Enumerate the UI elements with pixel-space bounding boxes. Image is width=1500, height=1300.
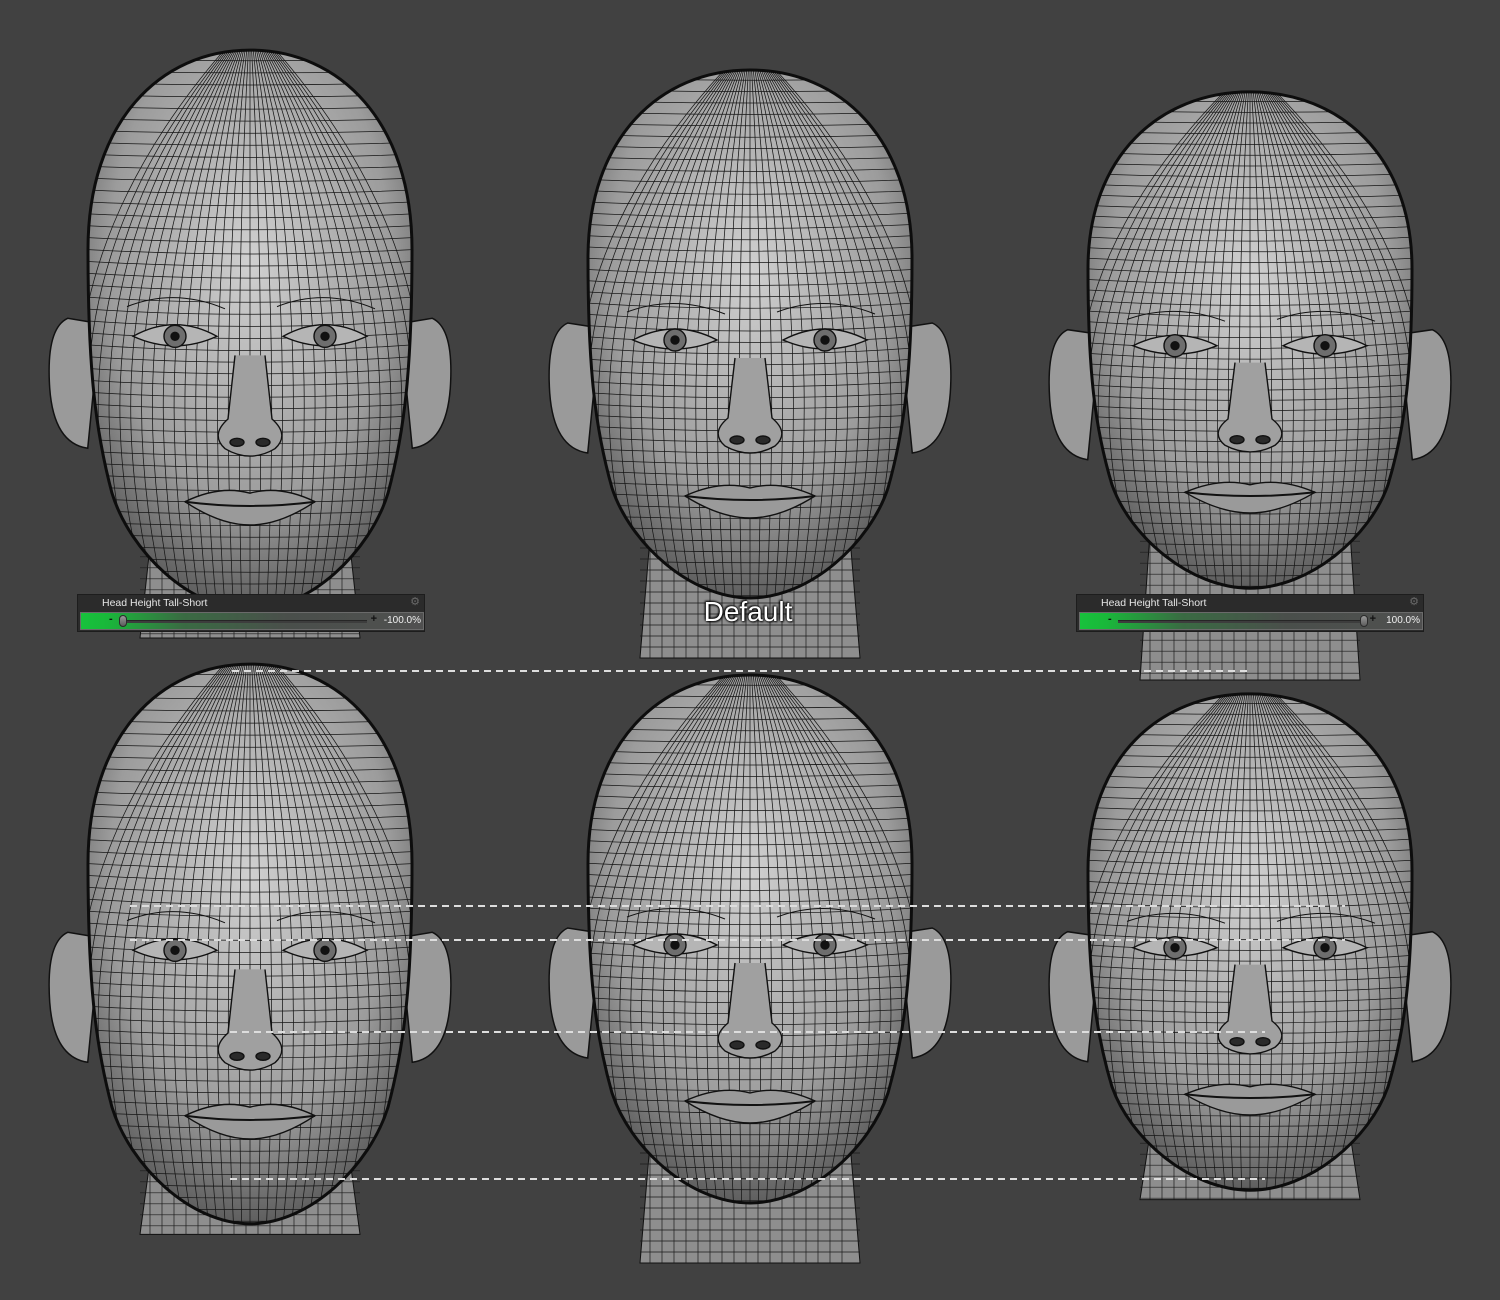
head-short-top (1040, 90, 1460, 681)
head-default-bottom (540, 673, 960, 1264)
slider-thumb[interactable] (119, 615, 127, 627)
slider-rail (1118, 620, 1366, 623)
slider-minus-button[interactable]: - (109, 613, 113, 625)
slider-title: Head Height Tall-Short (102, 597, 208, 609)
head-short-bottom (1040, 692, 1460, 1282)
slider-plus-button[interactable]: + (371, 613, 377, 625)
head-default-top (540, 68, 960, 659)
default-label: Default (703, 596, 793, 627)
slider-thumb[interactable] (1360, 615, 1368, 627)
slider-plus-button[interactable]: + (1370, 613, 1376, 625)
head-height-slider[interactable]: - + -100.0% (80, 612, 424, 630)
slider-title: Head Height Tall-Short (1101, 597, 1207, 609)
head-tall-bottom (40, 662, 460, 1252)
slider-minus-button[interactable]: - (1108, 613, 1112, 625)
gear-icon[interactable]: ⚙ (410, 596, 420, 608)
slider-panel-left: Head Height Tall-Short ⚙ - + -100.0% (77, 594, 425, 632)
slider-panel-right: Head Height Tall-Short ⚙ - + 100.0% (1076, 594, 1424, 632)
head-height-slider[interactable]: - + 100.0% (1079, 612, 1423, 630)
slider-rail (119, 620, 367, 623)
slider-value[interactable]: -100.0% (384, 615, 421, 626)
gear-icon[interactable]: ⚙ (1409, 596, 1419, 608)
slider-value[interactable]: 100.0% (1386, 615, 1420, 626)
head-tall-top (40, 48, 460, 639)
